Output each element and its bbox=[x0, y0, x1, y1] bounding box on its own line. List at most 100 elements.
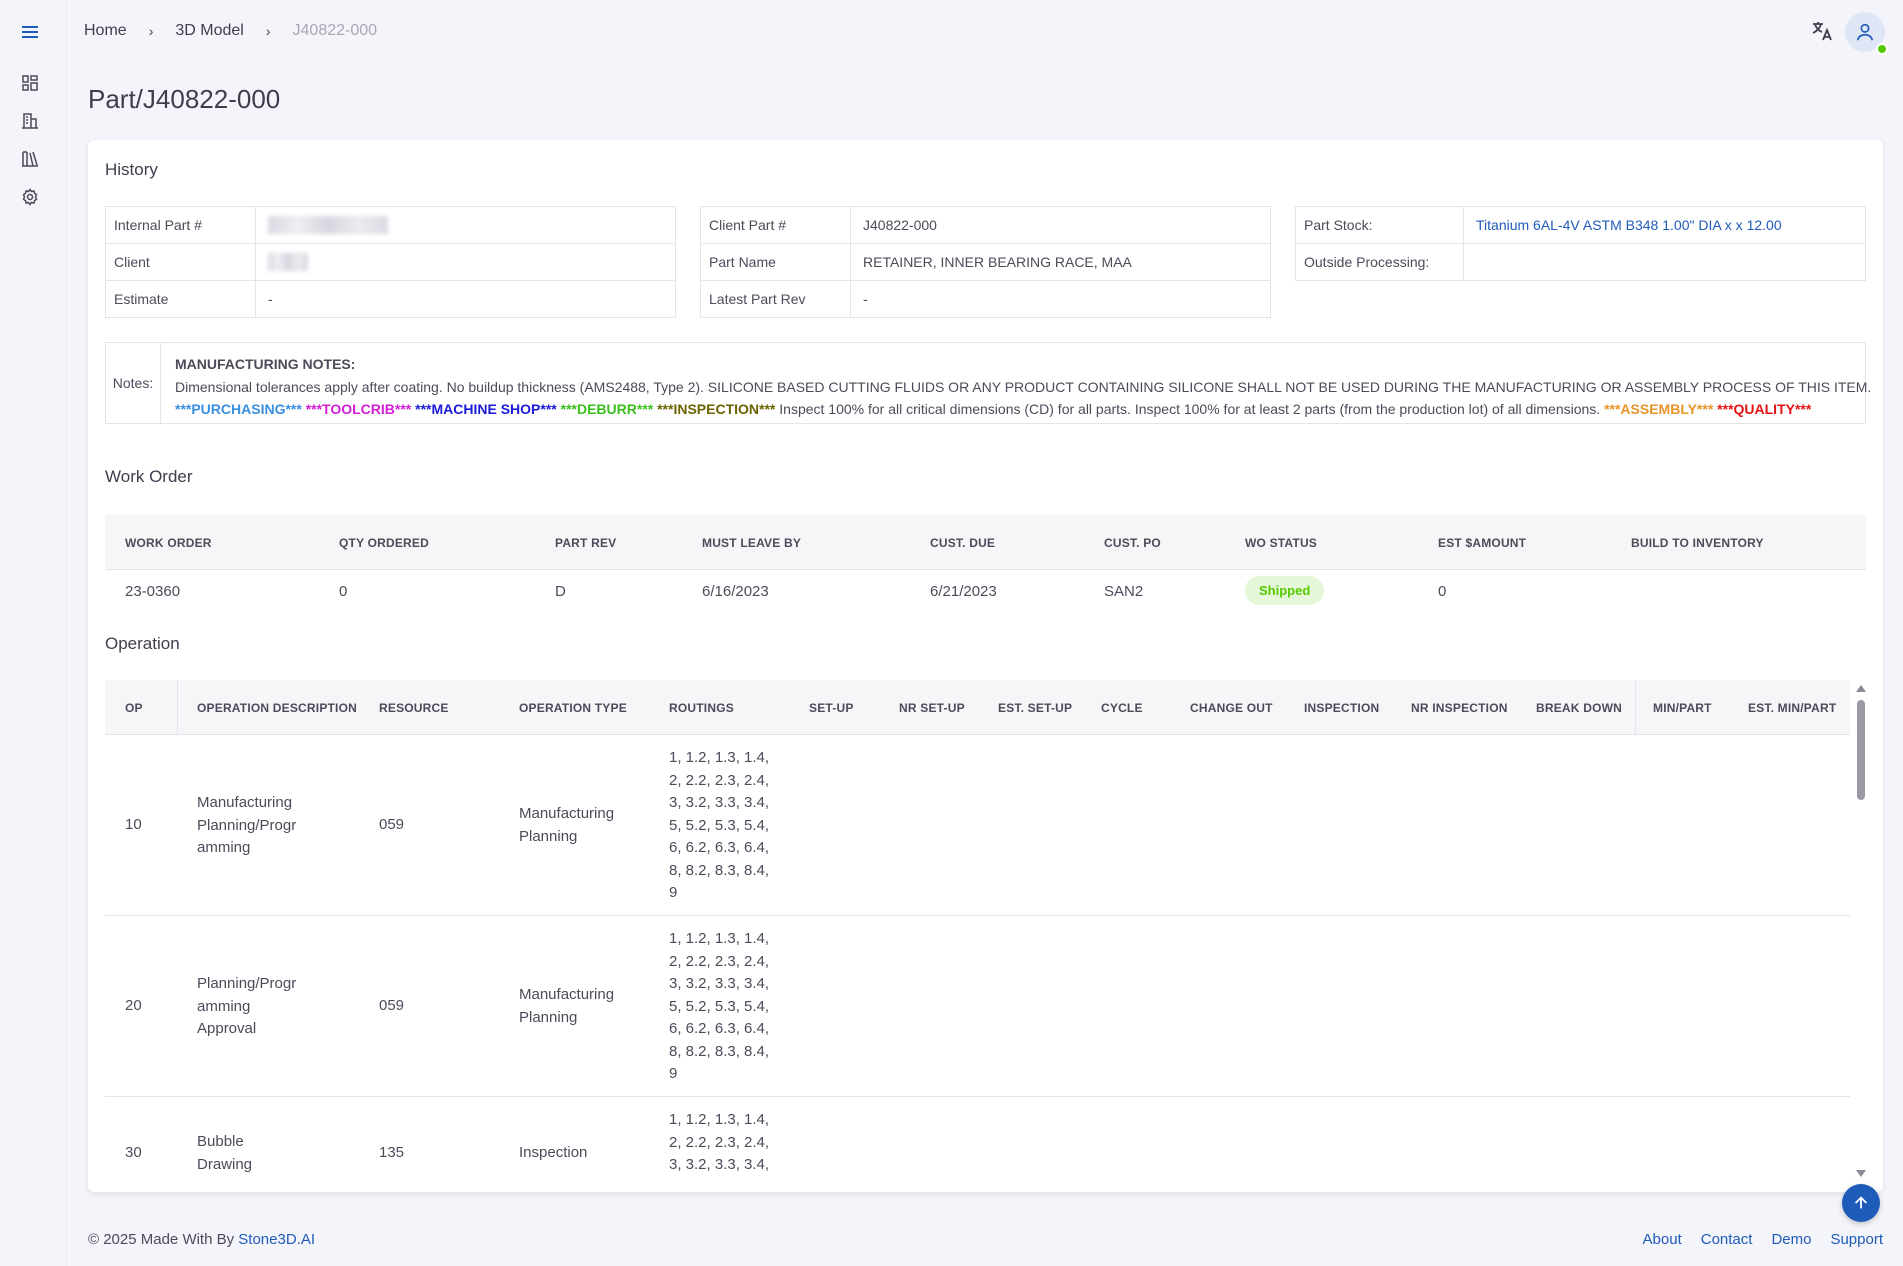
scroll-up-arrow-icon[interactable] bbox=[1856, 685, 1866, 692]
work-order-title: Work Order bbox=[105, 467, 193, 486]
part-detail-card: History Internal Part # Client Estimate … bbox=[88, 140, 1883, 1192]
routing-line: 5, 5.2, 5.3, 5.4, bbox=[669, 816, 770, 834]
kv-label: Part Name bbox=[700, 243, 851, 281]
part-stock-link[interactable]: Titanium 6AL-4V ASTM B348 1.00" DIA x x … bbox=[1463, 206, 1866, 244]
col-header: CHANGE OUT bbox=[1190, 700, 1273, 715]
routings: 1, 1.2, 1.3, 1.4, 2, 2.2, 2.3, 2.4, 3, 3… bbox=[669, 928, 769, 1086]
online-status-dot bbox=[1876, 43, 1888, 55]
status-badge: Shipped bbox=[1245, 576, 1325, 605]
routing-line: 1, 1.2, 1.3, 1.4, bbox=[669, 1111, 770, 1128]
col-header: WO STATUS bbox=[1245, 535, 1318, 550]
table-row[interactable]: 30 Bubble Drawing 135 Inspection 1, 1.2,… bbox=[105, 1097, 1850, 1185]
kv-label: Outside Processing: bbox=[1295, 243, 1464, 281]
redacted-value bbox=[268, 253, 308, 272]
column-divider bbox=[1635, 680, 1636, 735]
history-row: Part Name RETAINER, INNER BEARING RACE, … bbox=[700, 243, 1271, 281]
col-header: CUST. PO bbox=[1104, 535, 1161, 550]
type-line: Inspection bbox=[519, 1144, 588, 1161]
dashboard-icon[interactable] bbox=[19, 72, 41, 94]
cust-due: 6/21/2023 bbox=[930, 583, 997, 600]
col-header: MUST LEAVE BY bbox=[702, 535, 802, 550]
history-table-right: Part Stock: Titanium 6AL-4V ASTM B348 1.… bbox=[1295, 206, 1866, 281]
brand-link[interactable]: Stone3D.AI bbox=[238, 1231, 315, 1248]
table-row[interactable]: 20 Planning/Progr amming Approval 059 Ma… bbox=[105, 916, 1850, 1097]
kv-label: Client Part # bbox=[700, 206, 851, 244]
type-line: Manufacturing bbox=[519, 986, 615, 1003]
footer-link-demo[interactable]: Demo bbox=[1771, 1231, 1811, 1248]
history-row: Client Part # J40822-000 bbox=[700, 206, 1271, 244]
settings-gear-icon[interactable] bbox=[19, 186, 41, 208]
footer-link-about[interactable]: About bbox=[1643, 1231, 1682, 1248]
kv-label: Estimate bbox=[105, 280, 256, 318]
type-line: Planning bbox=[519, 1008, 578, 1026]
breadcrumb: Home › 3D Model › J40822-000 bbox=[84, 22, 377, 40]
breadcrumb-3d-model[interactable]: 3D Model bbox=[175, 22, 243, 40]
kv-label: Latest Part Rev bbox=[700, 280, 851, 318]
desc-line: Approval bbox=[197, 1020, 257, 1037]
operation-table-scroll[interactable]: OP OPERATION DESCRIPTION RESOURCE OPERAT… bbox=[105, 680, 1868, 1185]
history-row: Outside Processing: bbox=[1295, 243, 1866, 281]
col-header: RESOURCE bbox=[379, 700, 449, 715]
chevron-right-icon: › bbox=[148, 23, 154, 39]
user-avatar[interactable] bbox=[1845, 12, 1888, 55]
col-header: OP bbox=[125, 700, 143, 715]
work-order-link[interactable]: 23-0360 bbox=[125, 583, 180, 600]
operation-type: Manufacturing Planning bbox=[519, 984, 614, 1029]
history-row: Estimate - bbox=[105, 280, 676, 318]
col-header: BUILD TO INVENTORY bbox=[1631, 535, 1764, 550]
tag-quality: ***QUALITY*** bbox=[1717, 401, 1812, 417]
breadcrumb-home[interactable]: Home bbox=[84, 22, 127, 40]
top-bar: Home › 3D Model › J40822-000 bbox=[67, 0, 1903, 64]
table-row[interactable]: 10 Manufacturing Planning/Progr amming 0… bbox=[105, 735, 1850, 916]
scrollbar-thumb[interactable] bbox=[1857, 700, 1865, 800]
col-header: EST. MIN/PART bbox=[1748, 700, 1837, 715]
op-description: Manufacturing Planning/Progr amming bbox=[197, 792, 296, 860]
routing-line: 1, 1.2, 1.3, 1.4, bbox=[669, 930, 770, 947]
col-header: CYCLE bbox=[1101, 700, 1143, 715]
op-description: Bubble Drawing bbox=[197, 1131, 252, 1176]
notes-tags-line: ***PURCHASING*** ***TOOLCRIB*** ***MACHI… bbox=[175, 398, 1855, 421]
vertical-scrollbar[interactable] bbox=[1854, 680, 1868, 1185]
tag-machine-shop: ***MACHINE SHOP*** bbox=[415, 401, 557, 417]
wo-status: Shipped bbox=[1245, 576, 1325, 605]
desc-line: Planning/Progr bbox=[197, 975, 297, 992]
client-part-value: J40822-000 bbox=[850, 206, 1271, 244]
building-icon[interactable] bbox=[19, 110, 41, 132]
kv-label: Part Stock: bbox=[1295, 206, 1464, 244]
operation-title: Operation bbox=[105, 634, 180, 653]
op-number: 20 bbox=[125, 997, 142, 1014]
library-icon[interactable] bbox=[19, 148, 41, 170]
latest-part-rev-value: - bbox=[850, 280, 1271, 318]
scroll-to-top-button[interactable] bbox=[1842, 1184, 1880, 1222]
footer-link-support[interactable]: Support bbox=[1830, 1231, 1883, 1248]
routing-line: 6, 6.2, 6.3, 6.4, bbox=[669, 1020, 770, 1037]
history-row: Latest Part Rev - bbox=[700, 280, 1271, 318]
notes-line: Dimensional tolerances apply after coati… bbox=[175, 378, 1872, 395]
type-line: Manufacturing bbox=[519, 805, 615, 822]
col-header: BREAK DOWN bbox=[1536, 700, 1622, 715]
tag-assembly: ***ASSEMBLY*** bbox=[1604, 401, 1714, 417]
tag-purchasing: ***PURCHASING*** bbox=[175, 401, 302, 417]
cust-po-link[interactable]: SAN2 bbox=[1104, 583, 1143, 600]
estimate-value: - bbox=[255, 280, 676, 318]
history-title: History bbox=[105, 160, 158, 179]
internal-part-value bbox=[255, 206, 676, 244]
col-header: OPERATION TYPE bbox=[519, 700, 627, 715]
hamburger-menu-icon[interactable] bbox=[19, 21, 41, 43]
col-header: OPERATION DESCRIPTION bbox=[197, 700, 357, 715]
desc-line: Manufacturing bbox=[197, 794, 293, 811]
copyright-text: © 2025 Made With By bbox=[88, 1231, 239, 1248]
routing-line: 8, 8.2, 8.3, 8.4, bbox=[669, 1042, 770, 1060]
arrow-up-icon bbox=[1854, 1196, 1868, 1209]
translate-icon[interactable] bbox=[1810, 19, 1834, 43]
user-icon bbox=[1856, 23, 1874, 41]
kv-label: Client bbox=[105, 243, 256, 281]
scroll-down-arrow-icon[interactable] bbox=[1856, 1170, 1866, 1177]
footer-link-contact[interactable]: Contact bbox=[1701, 1231, 1753, 1248]
resource: 135 bbox=[379, 1144, 405, 1161]
operation-header: OP OPERATION DESCRIPTION RESOURCE OPERAT… bbox=[105, 680, 1850, 735]
operation-type: Manufacturing Planning bbox=[519, 803, 614, 848]
kv-label: Internal Part # bbox=[105, 206, 256, 244]
col-header: WORK ORDER bbox=[125, 535, 212, 550]
qty-ordered: 0 bbox=[339, 583, 348, 600]
